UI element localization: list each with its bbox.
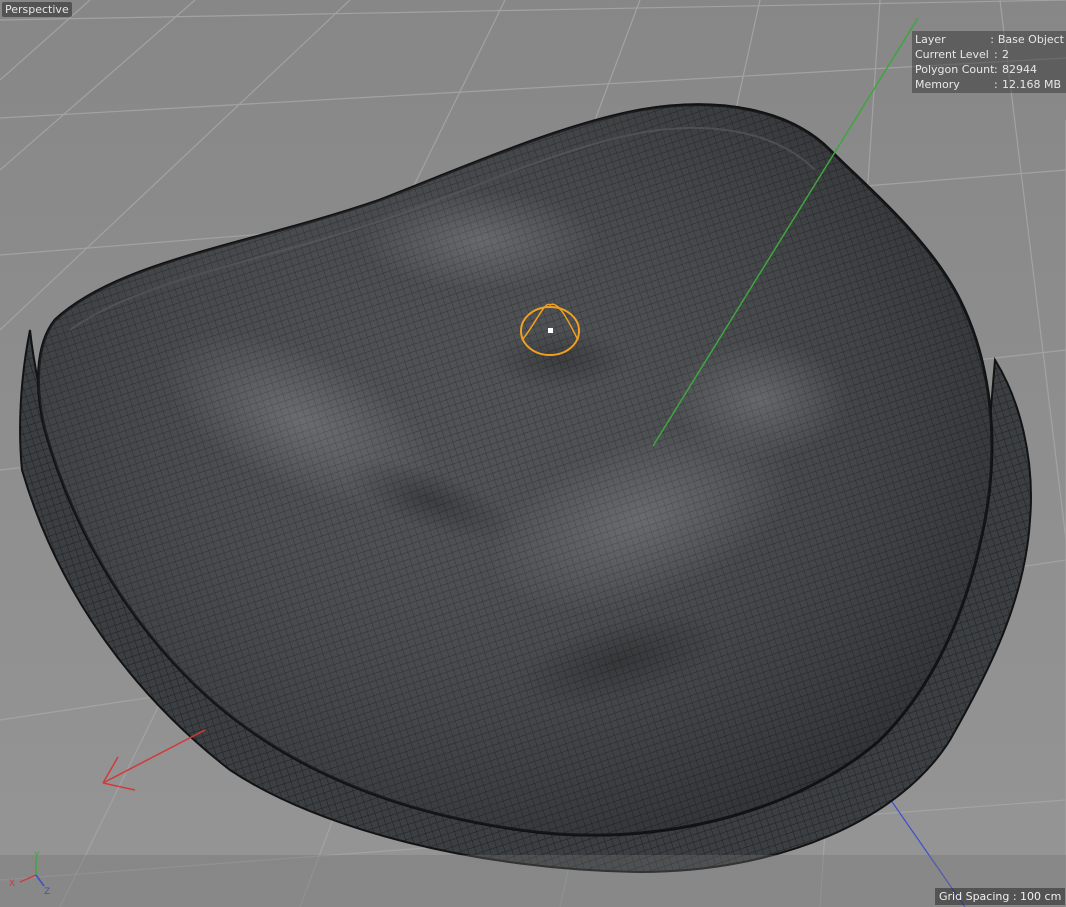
gizmo-z-label: Z (44, 887, 50, 897)
x-axis-arrow (102, 729, 206, 791)
hud-row-memory: Memory : 12.168 MB (914, 77, 1064, 92)
hud-separator: : (994, 63, 998, 76)
hud-row-polygon-count: Polygon Count : 82944 (914, 62, 1064, 77)
hud-key: Current Level (915, 48, 989, 61)
world-axis-gizmo-icon: Y X Z (9, 851, 50, 897)
viewport-scene[interactable] (0, 0, 1066, 907)
3d-viewport[interactable]: Perspective Layer : Base Object Current … (0, 0, 1066, 907)
grid-spacing-label: Grid Spacing : 100 cm (935, 888, 1066, 905)
hud-separator: : (994, 48, 998, 61)
hud-value: Base Object (997, 33, 1064, 46)
view-name-label[interactable]: Perspective (2, 2, 72, 17)
hud-value: 2 (1002, 48, 1009, 61)
hud-row-current-level: Current Level : 2 (914, 47, 1064, 62)
viewport-bottom-band (0, 855, 1066, 907)
gizmo-x-label: X (9, 879, 15, 889)
hud-row-layer: Layer : Base Object (914, 32, 1064, 47)
hud-value: 12.168 MB (1002, 78, 1062, 91)
hud-key: Polygon Count (915, 63, 995, 76)
hud-separator: : (994, 78, 998, 91)
hud-key: Memory (915, 78, 960, 91)
hud-value: 82944 (1002, 63, 1037, 76)
gizmo-y-label: Y (33, 851, 40, 861)
hud-info-panel: Layer : Base Object Current Level : 2 Po… (912, 31, 1066, 93)
hud-separator: : (990, 33, 994, 46)
hud-key: Layer (915, 33, 946, 46)
